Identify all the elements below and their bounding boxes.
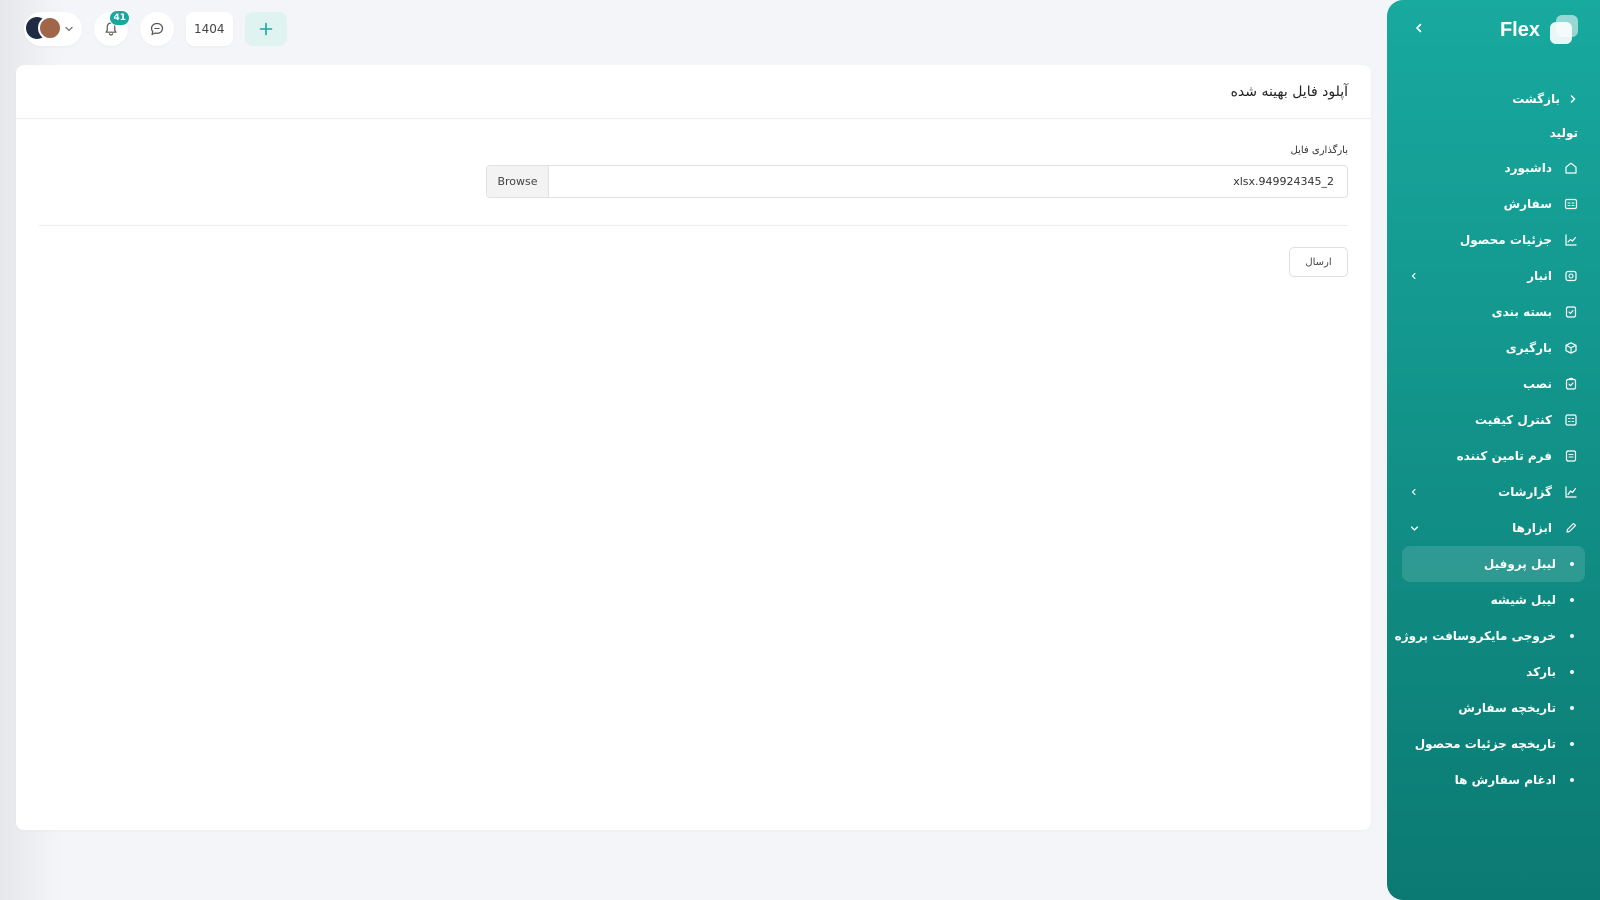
page-title: آپلود فایل بهینه شده — [1230, 83, 1348, 100]
section-title-production: تولید — [1549, 126, 1578, 140]
sidebar-item-label: سفارش — [1503, 197, 1552, 211]
notification-count-badge: 41 — [109, 10, 130, 26]
bullet-dot — [1570, 562, 1574, 566]
chevron-left-icon — [1409, 271, 1419, 281]
sidebar-item-label: نصب — [1522, 377, 1552, 391]
sidebar-item-label: انبار — [1527, 269, 1552, 283]
sidebar-subitem-label: تاریخچه جزئیات محصول — [1414, 737, 1556, 751]
sidebar-item-label: کنترل کیفیت — [1475, 413, 1552, 427]
add-button[interactable] — [244, 12, 287, 46]
package-check-icon — [1564, 305, 1578, 319]
sidebar-item-warehouse[interactable]: انبار — [1387, 258, 1600, 294]
sidebar-item-label: گزارشات — [1498, 485, 1552, 499]
avatar — [26, 14, 62, 44]
sidebar-subitem-label: خروجی مایکروسافت پروژه — [1394, 629, 1556, 643]
chat-bubble-icon — [149, 21, 165, 37]
sidebar-subitem-label: لیبل پروفیل — [1483, 557, 1556, 571]
chevron-down-icon — [1409, 523, 1419, 533]
year-selector[interactable]: 1404 — [186, 12, 233, 46]
chevron-left-icon — [1409, 487, 1419, 497]
sidebar-item-label: جزئیات محصول — [1459, 233, 1552, 247]
bullet-dot — [1570, 742, 1574, 746]
sidebar: Flex بازگشت تولید داشبورد سفارش جزئیات م… — [1387, 0, 1600, 900]
sidebar-subitem-profile-label[interactable]: لیبل پروفیل — [1402, 546, 1585, 582]
notifications-button[interactable]: 41 — [94, 10, 130, 46]
sidebar-subitem-product-details-history[interactable]: تاریخچه جزئیات محصول — [1387, 726, 1600, 762]
bullet-dot — [1570, 706, 1574, 710]
selected-file-name: xlsx.949924345_2 — [1233, 175, 1334, 188]
avatar-photo — [38, 16, 62, 40]
sidebar-subitem-label: تاریخچه سفارش — [1458, 701, 1556, 715]
sidebar-item-label: فرم تامین کننده — [1456, 449, 1552, 463]
sidebar-item-product-details[interactable]: جزئیات محصول — [1387, 222, 1600, 258]
sidebar-subitem-label: بارکد — [1526, 665, 1556, 679]
sidebar-subitem-order-history[interactable]: تاریخچه سفارش — [1387, 690, 1600, 726]
chevron-right-icon — [1568, 94, 1578, 104]
box-icon — [1564, 341, 1578, 355]
bullet-dot — [1570, 778, 1574, 782]
sidebar-item-tools[interactable]: ابزارها — [1387, 510, 1600, 546]
sidebar-item-install[interactable]: نصب — [1387, 366, 1600, 402]
chevron-down-icon — [64, 24, 74, 34]
top-bar: 41 1404 — [24, 10, 287, 46]
order-card-icon — [1564, 197, 1578, 211]
bullet-dot — [1570, 598, 1574, 602]
supplier-form-icon — [1564, 449, 1578, 463]
flex-logo-icon — [1548, 15, 1578, 45]
sidebar-item-dashboard[interactable]: داشبورد — [1387, 150, 1600, 186]
quality-grid-icon — [1564, 413, 1578, 427]
browse-button[interactable]: Browse — [487, 166, 549, 197]
home-icon — [1564, 161, 1578, 175]
sidebar-item-reports[interactable]: گزارشات — [1387, 474, 1600, 510]
sidebar-item-label: بسته بندی — [1491, 305, 1552, 319]
sidebar-item-packaging[interactable]: بسته بندی — [1387, 294, 1600, 330]
chart-line-icon — [1564, 233, 1578, 247]
sidebar-subitem-label: ادغام سفارش ها — [1454, 773, 1556, 787]
sidebar-nav: بازگشت تولید داشبورد سفارش جزئیات محصول … — [1387, 82, 1600, 798]
sidebar-item-label: ابزارها — [1512, 521, 1552, 535]
sidebar-item-quality-control[interactable]: کنترل کیفیت — [1387, 402, 1600, 438]
brand: Flex — [1500, 14, 1578, 46]
warehouse-icon — [1564, 269, 1578, 283]
user-menu[interactable] — [24, 12, 82, 46]
report-chart-icon — [1564, 485, 1578, 499]
sidebar-item-label: داشبورد — [1504, 161, 1552, 175]
bullet-dot — [1570, 670, 1574, 674]
plus-icon — [258, 21, 274, 37]
sidebar-subitem-merge-orders[interactable]: ادغام سفارش ها — [1387, 762, 1600, 798]
back-label: بازگشت — [1512, 92, 1560, 106]
pencil-icon — [1564, 521, 1578, 535]
sidebar-subitem-label: لیبل شیشه — [1490, 593, 1556, 607]
sidebar-subitem-ms-project-export[interactable]: خروجی مایکروسافت پروژه — [1387, 618, 1600, 654]
form-divider — [39, 225, 1348, 226]
submit-button[interactable]: ارسال — [1289, 247, 1348, 277]
card-header: آپلود فایل بهینه شده — [16, 65, 1371, 119]
back-link[interactable]: بازگشت — [1387, 82, 1600, 116]
bullet-dot — [1570, 634, 1574, 638]
messages-button[interactable] — [140, 12, 174, 46]
upload-form: بارگذاری فایل xlsx.949924345_2 Browse ار… — [16, 119, 1371, 277]
sidebar-item-loading[interactable]: بارگیری — [1387, 330, 1600, 366]
chevron-left-icon — [1413, 22, 1425, 34]
upload-card: آپلود فایل بهینه شده بارگذاری فایل xlsx.… — [16, 65, 1371, 830]
install-check-icon — [1564, 377, 1578, 391]
sidebar-subitem-barcode[interactable]: بارکد — [1387, 654, 1600, 690]
sidebar-item-supplier-form[interactable]: فرم تامین کننده — [1387, 438, 1600, 474]
sidebar-collapse-button[interactable] — [1407, 16, 1431, 40]
file-upload-label: بارگذاری فایل — [1290, 145, 1348, 156]
brand-name: Flex — [1499, 18, 1540, 41]
sidebar-item-label: بارگیری — [1505, 341, 1552, 355]
sidebar-item-order[interactable]: سفارش — [1387, 186, 1600, 222]
sidebar-subitem-glass-label[interactable]: لیبل شیشه — [1387, 582, 1600, 618]
file-upload-input[interactable]: xlsx.949924345_2 Browse — [486, 165, 1348, 198]
